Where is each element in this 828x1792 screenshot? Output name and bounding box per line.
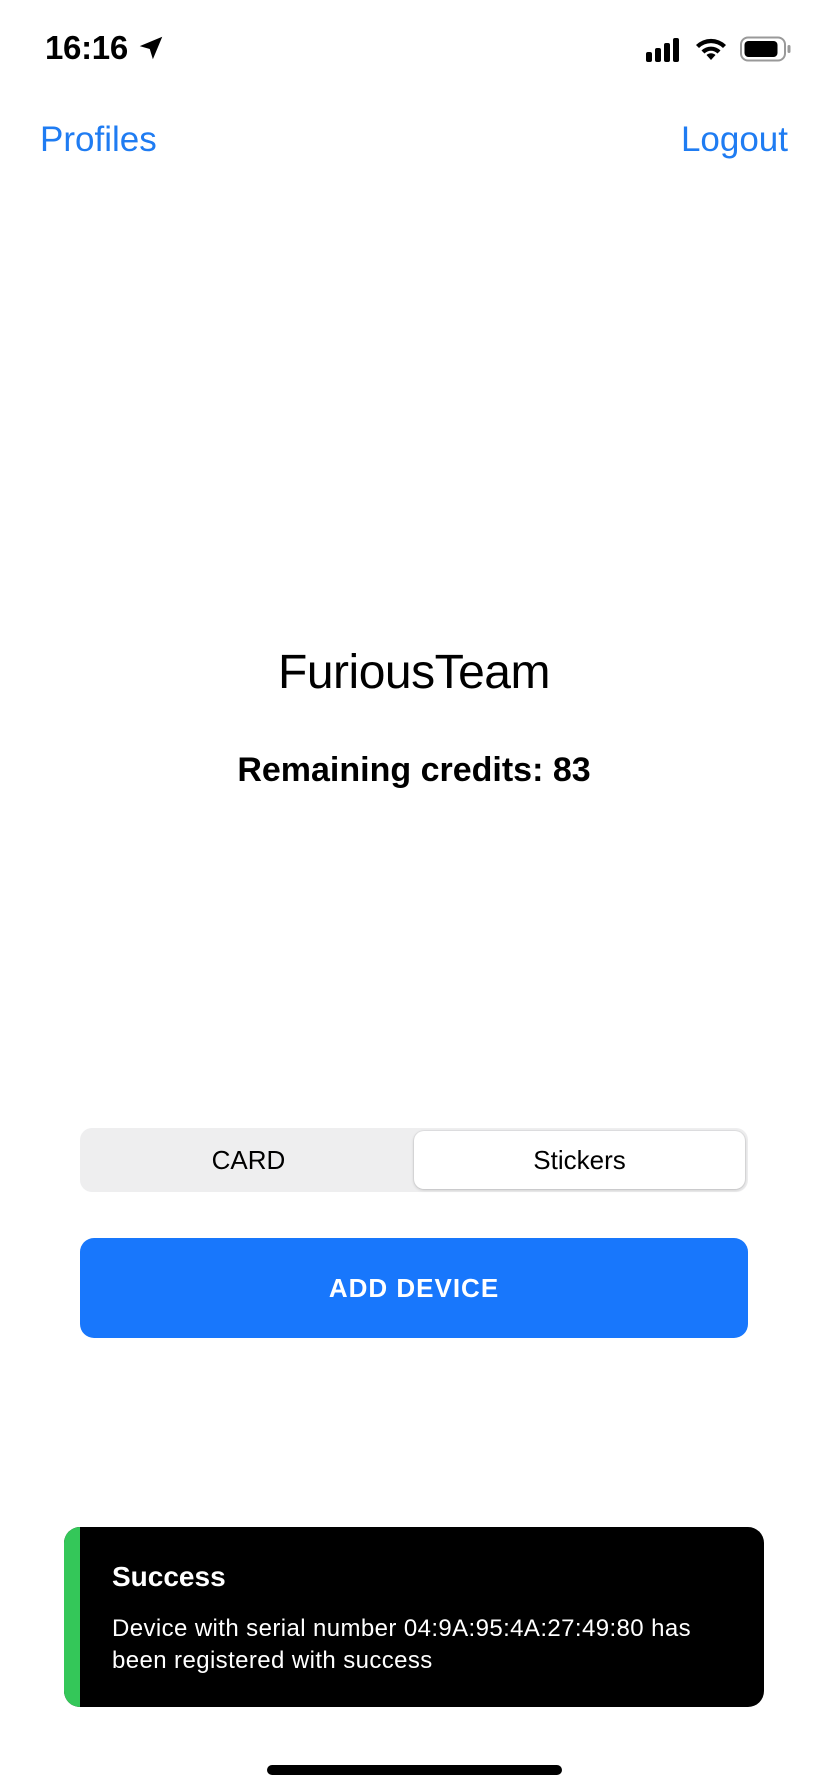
status-time-text: 16:16 xyxy=(45,29,128,66)
segment-card[interactable]: CARD xyxy=(83,1131,414,1189)
status-bar-time: 16:16 xyxy=(45,28,166,68)
team-name: FuriousTeam xyxy=(278,646,550,699)
toast-title: Success xyxy=(112,1561,226,1592)
home-indicator[interactable] xyxy=(267,1765,562,1775)
toast-message: Device with serial number 04:9A:95:4A:27… xyxy=(112,1615,691,1674)
status-bar-icons xyxy=(646,32,792,66)
logout-link[interactable]: Logout xyxy=(681,118,788,162)
add-device-button[interactable]: ADD DEVICE xyxy=(80,1238,748,1338)
toast-success-accent xyxy=(64,1527,80,1707)
wifi-icon xyxy=(694,36,728,62)
device-type-segmented-control: CARD Stickers xyxy=(80,1128,748,1192)
success-toast[interactable]: Success Device with serial number 04:9A:… xyxy=(64,1527,764,1707)
profiles-link[interactable]: Profiles xyxy=(40,118,157,162)
cellular-signal-icon xyxy=(646,36,682,62)
location-arrow-icon xyxy=(136,33,166,63)
battery-icon xyxy=(740,36,792,62)
remaining-credits: Remaining credits: 83 xyxy=(237,751,591,789)
segment-stickers[interactable]: Stickers xyxy=(414,1131,745,1189)
